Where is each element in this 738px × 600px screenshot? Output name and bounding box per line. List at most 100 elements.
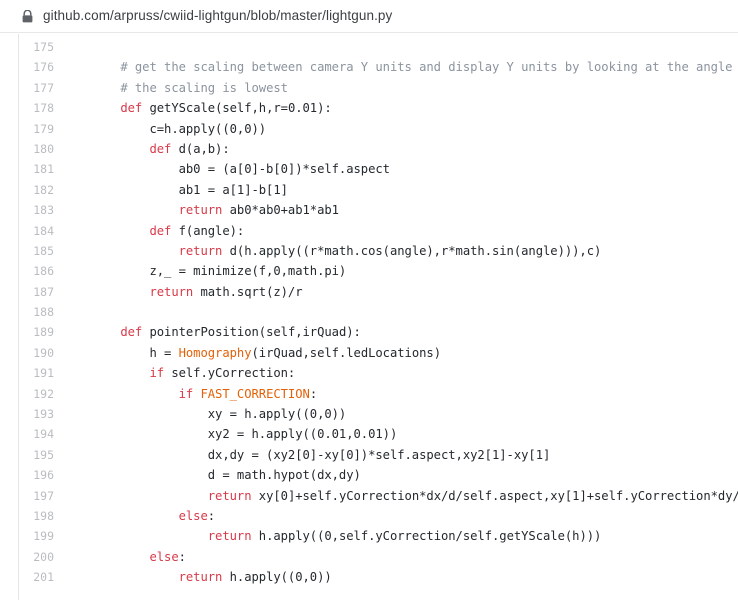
- code-token-pln: getYScale(self,h,r=0.01):: [142, 101, 332, 116]
- code-token-pln: :: [309, 386, 318, 401]
- line-number[interactable]: 182: [0, 180, 62, 200]
- code-token-kw: else: [178, 508, 208, 523]
- line-number[interactable]: 176: [0, 57, 62, 77]
- code-token-pln: [62, 285, 149, 299]
- code-line: 181 ab0 = (a[0]-b[0])*self.aspect: [0, 159, 738, 179]
- code-token-pln: [62, 101, 120, 115]
- code-line-content: ab0 = (a[0]-b[0])*self.aspect: [62, 159, 390, 179]
- code-token-pln: d(h.apply((r*math.cos(angle),r*math.sin(…: [222, 243, 602, 258]
- code-token-pln: [62, 366, 149, 380]
- line-number[interactable]: 201: [0, 567, 62, 587]
- code-token-pln: [62, 489, 208, 503]
- code-token-cst: Homography: [178, 345, 252, 360]
- code-token-pln: [62, 570, 179, 584]
- line-number[interactable]: 175: [0, 37, 62, 57]
- code-token-cst: FAST_CORRECTION: [200, 386, 310, 401]
- code-token-pln: ab0*ab0+ab1*ab1: [222, 203, 339, 218]
- line-number[interactable]: 196: [0, 465, 62, 485]
- code-token-pln: z,_ = minimize(f,0,math.pi): [62, 264, 347, 279]
- code-line: 176 # get the scaling between camera Y u…: [0, 57, 738, 77]
- code-viewer[interactable]: 175 176 # get the scaling between camera …: [0, 34, 738, 600]
- code-line-content: return math.sqrt(z)/r: [62, 282, 303, 302]
- code-line-content: return ab0*ab0+ab1*ab1: [62, 200, 339, 220]
- code-line: 184 def f(angle):: [0, 221, 738, 241]
- code-line: 192 if FAST_CORRECTION:: [0, 384, 738, 404]
- line-number[interactable]: 193: [0, 404, 62, 424]
- line-number[interactable]: 195: [0, 445, 62, 465]
- code-line-content: return h.apply((0,0)): [62, 567, 332, 587]
- code-line-content: if self.yCorrection:: [62, 363, 295, 383]
- code-line: 193 xy = h.apply((0,0)): [0, 404, 738, 424]
- code-line-content: xy2 = h.apply((0.01,0.01)): [62, 424, 398, 444]
- code-line-list: 175 176 # get the scaling between camera …: [0, 37, 738, 588]
- code-token-pln: xy2 = h.apply((0.01,0.01)): [62, 427, 398, 442]
- code-token-pln: xy[0]+self.yCorrection*dx/d/self.aspect,…: [251, 488, 738, 503]
- code-token-kw: return: [149, 284, 194, 299]
- line-number[interactable]: 184: [0, 221, 62, 241]
- line-number[interactable]: 179: [0, 119, 62, 139]
- code-line-content: return d(h.apply((r*math.cos(angle),r*ma…: [62, 241, 602, 261]
- line-number[interactable]: 199: [0, 526, 62, 546]
- code-line: 178 def getYScale(self,h,r=0.01):: [0, 98, 738, 118]
- line-number[interactable]: 200: [0, 547, 62, 567]
- line-number[interactable]: 191: [0, 363, 62, 383]
- code-line: 201 return h.apply((0,0)): [0, 567, 738, 587]
- code-line: 185 return d(h.apply((r*math.cos(angle),…: [0, 241, 738, 261]
- code-token-pln: d = math.hypot(dx,dy): [62, 468, 361, 483]
- line-number[interactable]: 186: [0, 261, 62, 281]
- code-line-content: d = math.hypot(dx,dy): [62, 465, 361, 485]
- code-line: 183 return ab0*ab0+ab1*ab1: [0, 200, 738, 220]
- code-line: 196 d = math.hypot(dx,dy): [0, 465, 738, 485]
- code-line: 195 dx,dy = (xy2[0]-xy[0])*self.aspect,x…: [0, 445, 738, 465]
- code-line: 198 else:: [0, 506, 738, 526]
- code-line: 177 # the scaling is lowest: [0, 78, 738, 98]
- line-number[interactable]: 188: [0, 302, 62, 322]
- line-number[interactable]: 177: [0, 78, 62, 98]
- line-number[interactable]: 181: [0, 159, 62, 179]
- code-line-content: else:: [62, 547, 186, 567]
- code-token-kw: return: [207, 529, 252, 544]
- line-number[interactable]: 198: [0, 506, 62, 526]
- line-number[interactable]: 183: [0, 200, 62, 220]
- code-line: 188: [0, 302, 738, 322]
- code-token-pln: [62, 529, 208, 543]
- line-number[interactable]: 185: [0, 241, 62, 261]
- code-token-kw: def: [149, 141, 172, 156]
- line-number[interactable]: 190: [0, 343, 62, 363]
- code-line: 199 return h.apply((0,self.yCorrection/s…: [0, 526, 738, 546]
- line-number[interactable]: 180: [0, 139, 62, 159]
- code-line: 179 c=h.apply((0,0)): [0, 119, 738, 139]
- code-line-content: c=h.apply((0,0)): [62, 119, 266, 139]
- code-line-content: return h.apply((0,self.yCorrection/self.…: [62, 526, 602, 546]
- line-number[interactable]: 187: [0, 282, 62, 302]
- code-token-pln: ab1 = a[1]-b[1]: [62, 182, 288, 197]
- code-line: 189 def pointerPosition(self,irQuad):: [0, 322, 738, 342]
- line-number[interactable]: 194: [0, 424, 62, 444]
- code-token-kw: return: [178, 203, 223, 218]
- code-line: 200 else:: [0, 547, 738, 567]
- code-line: 194 xy2 = h.apply((0.01,0.01)): [0, 424, 738, 444]
- line-number[interactable]: 178: [0, 98, 62, 118]
- code-token-kw: return: [207, 488, 252, 503]
- code-line-content: if FAST_CORRECTION:: [62, 384, 318, 404]
- code-token-pln: pointerPosition(self,irQuad):: [142, 325, 361, 340]
- line-number[interactable]: 189: [0, 322, 62, 342]
- browser-window: github.com/arpruss/cwiid-lightgun/blob/m…: [0, 0, 738, 600]
- code-line-content: def f(angle):: [62, 221, 244, 241]
- code-token-pln: :: [207, 508, 216, 523]
- code-token-pln: h =: [62, 345, 179, 360]
- code-line: 197 return xy[0]+self.yCorrection*dx/d/s…: [0, 486, 738, 506]
- line-number[interactable]: 197: [0, 486, 62, 506]
- code-line-content: ab1 = a[1]-b[1]: [62, 180, 288, 200]
- code-line-content: z,_ = minimize(f,0,math.pi): [62, 261, 346, 281]
- code-token-com: # get the scaling between camera Y units…: [120, 60, 738, 75]
- code-token-pln: [62, 203, 179, 217]
- code-line-content: # the scaling is lowest: [62, 78, 288, 98]
- code-token-pln: h.apply((0,0)): [222, 570, 332, 585]
- code-token-pln: [62, 509, 179, 523]
- line-number[interactable]: 192: [0, 384, 62, 404]
- code-line-content: return xy[0]+self.yCorrection*dx/d/self.…: [62, 486, 738, 506]
- code-token-pln: math.sqrt(z)/r: [193, 284, 303, 299]
- code-token-kw: return: [178, 570, 223, 585]
- browser-address-bar[interactable]: github.com/arpruss/cwiid-lightgun/blob/m…: [0, 0, 738, 33]
